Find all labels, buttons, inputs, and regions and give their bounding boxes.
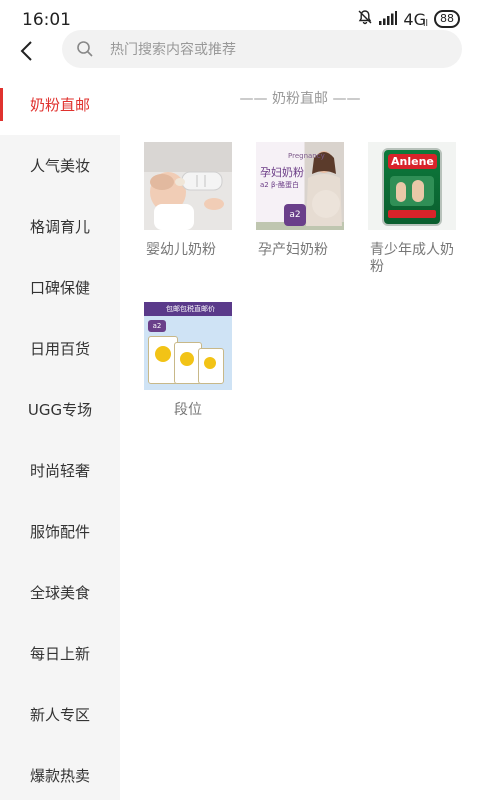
product-adult-milk[interactable]: Anlene 青少年成人奶粉 bbox=[364, 142, 460, 276]
thumb-text-sub: a2 β-酪蛋白 bbox=[260, 181, 299, 189]
search-input[interactable]: 热门搜索内容或推荐 bbox=[62, 30, 462, 68]
anlene-can-image: Anlene bbox=[368, 142, 456, 230]
thumb-brand: Anlene bbox=[388, 154, 437, 169]
sidebar-item-new-daily[interactable]: 每日上新 bbox=[0, 623, 120, 684]
sidebar-item-newcomer[interactable]: 新人专区 bbox=[0, 684, 120, 745]
sidebar-item-label: 格调育儿 bbox=[29, 218, 90, 236]
pregnancy-milk-image: Pregnancy 孕妇奶粉 a2 β-酪蛋白 a2 bbox=[256, 142, 344, 230]
search-placeholder: 热门搜索内容或推荐 bbox=[110, 42, 236, 58]
sidebar-item-label: 新人专区 bbox=[29, 706, 90, 724]
sidebar-item-label: 口碑保健 bbox=[29, 279, 90, 297]
sidebar-item-daily-goods[interactable]: 日用百货 bbox=[0, 318, 120, 379]
product-label: 段位 bbox=[174, 402, 202, 418]
sidebar-item-health[interactable]: 口碑保健 bbox=[0, 257, 120, 318]
sidebar-item-label: 奶粉直邮 bbox=[29, 96, 90, 114]
back-button[interactable] bbox=[10, 38, 42, 64]
category-sidebar: 奶粉直邮 人气美妆 格调育儿 口碑保健 日用百货 UGG专场 时尚轻奢 服饰配件… bbox=[0, 74, 120, 800]
signal-icon bbox=[379, 10, 398, 29]
back-arrow-icon bbox=[20, 41, 32, 61]
product-stage-milk[interactable]: 包邮包税直邮价 a2 段位 bbox=[140, 302, 236, 419]
top-bar: 热门搜索内容或推荐 bbox=[0, 30, 480, 74]
search-icon bbox=[77, 41, 93, 57]
sidebar-item-label: 爆款热卖 bbox=[29, 767, 90, 785]
sidebar-item-label: 日用百货 bbox=[29, 340, 90, 358]
sidebar-item-luxury[interactable]: 时尚轻奢 bbox=[0, 440, 120, 501]
a2-can-icon: a2 bbox=[284, 204, 306, 226]
sidebar-item-milk-powder[interactable]: 奶粉直邮 bbox=[0, 74, 120, 135]
sidebar-item-label: 人气美妆 bbox=[29, 157, 90, 175]
product-label: 青少年成人奶粉 bbox=[370, 242, 454, 275]
product-infant-milk[interactable]: 婴幼儿奶粉 bbox=[140, 142, 236, 259]
thumb-text-top: Pregnancy bbox=[288, 152, 325, 160]
sidebar-item-food[interactable]: 全球美食 bbox=[0, 562, 120, 623]
sidebar-item-parenting[interactable]: 格调育儿 bbox=[0, 196, 120, 257]
a2-platinum-cans-image: 包邮包税直邮价 a2 bbox=[144, 302, 232, 390]
status-icons: 4Gll 88 bbox=[357, 9, 460, 29]
sidebar-item-label: 服饰配件 bbox=[29, 523, 90, 541]
network-type: 4Gll bbox=[403, 10, 428, 29]
network-sub: ll bbox=[422, 18, 428, 29]
sidebar-item-label: UGG专场 bbox=[27, 401, 93, 419]
sidebar-item-ugg[interactable]: UGG专场 bbox=[0, 379, 120, 440]
product-pregnancy-milk[interactable]: Pregnancy 孕妇奶粉 a2 β-酪蛋白 a2 孕产妇奶粉 bbox=[252, 142, 348, 259]
sidebar-item-label: 全球美食 bbox=[29, 584, 90, 602]
status-time: 16:01 bbox=[22, 10, 71, 30]
thumb-text-main: 孕妇奶粉 bbox=[260, 166, 304, 179]
product-label: 孕产妇奶粉 bbox=[258, 242, 328, 258]
category-content: —— 奶粉直邮 —— 婴幼儿奶粉 Pregnancy 孕妇奶粉 a2 β-酪蛋白… bbox=[120, 74, 480, 800]
sidebar-item-label: 时尚轻奢 bbox=[29, 462, 90, 480]
sidebar-item-hot-sale[interactable]: 爆款热卖 bbox=[0, 745, 120, 806]
battery-indicator: 88 bbox=[434, 10, 460, 28]
mute-bell-icon bbox=[357, 9, 373, 29]
baby-bottle-image bbox=[144, 142, 232, 230]
sidebar-item-apparel[interactable]: 服饰配件 bbox=[0, 501, 120, 562]
thumb-banner: 包邮包税直邮价 bbox=[166, 305, 215, 313]
product-label: 婴幼儿奶粉 bbox=[146, 242, 216, 258]
sidebar-item-beauty[interactable]: 人气美妆 bbox=[0, 135, 120, 196]
sidebar-item-label: 每日上新 bbox=[29, 645, 90, 663]
section-title: —— 奶粉直邮 —— bbox=[239, 91, 361, 107]
